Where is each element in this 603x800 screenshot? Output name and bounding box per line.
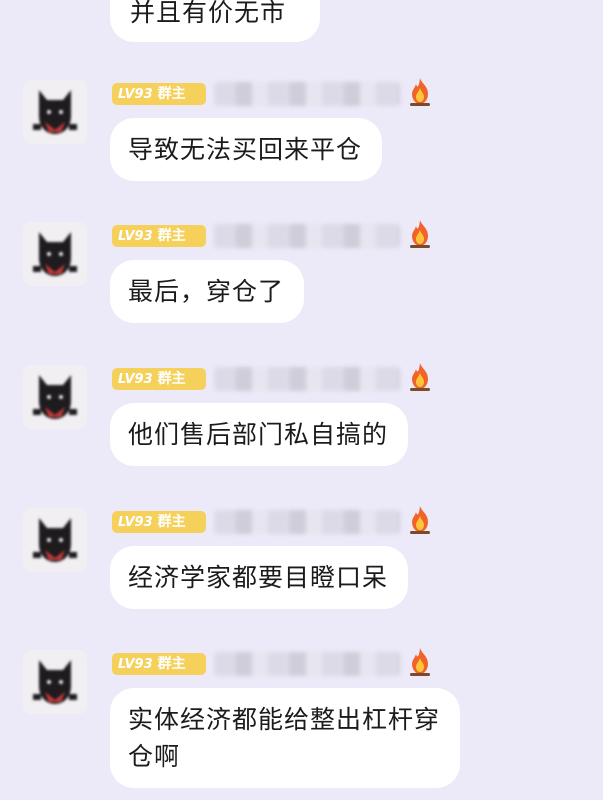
chat-message-list: 并且有价无市 LV93 群主 导致无法买回来平仓 LV93 群主 最后，穿仓了 … [0,0,603,800]
message-bubble[interactable]: 导致无法买回来平仓 [110,118,383,181]
fire-icon [410,506,430,534]
badge-level: LV93 [118,515,153,530]
message-bubble[interactable]: 最后，穿仓了 [110,260,305,323]
sender-name-blurred[interactable] [214,367,400,391]
chat-message: LV93 群主 他们售后部门私自搞的 [0,363,603,495]
group-owner-badge: LV93 群主 [112,83,206,105]
badge-role: 群主 [157,371,186,387]
avatar[interactable] [23,508,87,572]
fire-icon [410,363,430,391]
avatar[interactable] [23,80,87,144]
badge-level: LV93 [118,87,153,102]
sender-name-blurred[interactable] [214,510,400,534]
black-cat-avatar-icon [33,90,77,134]
group-owner-badge: LV93 群主 [112,511,206,533]
badge-role: 群主 [157,86,186,102]
sender-name-blurred[interactable] [214,82,400,106]
message-text: 并且有价无市 [130,0,287,27]
message-bubble[interactable]: 经济学家都要目瞪口呆 [110,546,409,609]
badge-level: LV93 [118,657,153,672]
fire-icon [410,78,430,106]
group-owner-badge: LV93 群主 [112,225,206,247]
avatar[interactable] [23,222,87,286]
message-text: 最后，穿仓了 [128,277,285,306]
badge-role: 群主 [157,228,186,244]
avatar[interactable] [23,365,87,429]
group-owner-badge: LV93 群主 [112,653,206,675]
badge-level: LV93 [118,372,153,387]
black-cat-avatar-icon [33,232,77,276]
avatar[interactable] [23,650,87,714]
message-bubble[interactable]: 实体经济都能给整出杠杆穿 仓啊 [110,688,461,788]
message-text-line-2: 仓啊 [128,742,181,771]
message-bubble[interactable]: 并且有价无市 [110,0,320,42]
badge-role: 群主 [157,656,186,672]
message-text: 导致无法买回来平仓 [128,135,363,164]
message-text: 他们售后部门私自搞的 [128,420,389,449]
black-cat-avatar-icon [33,660,77,704]
message-bubble[interactable]: 他们售后部门私自搞的 [110,403,409,466]
message-text-line-1: 实体经济都能给整出杠杆穿 [128,705,441,734]
message-text: 经济学家都要目瞪口呆 [128,563,389,592]
black-cat-avatar-icon [33,375,77,419]
badge-level: LV93 [118,229,153,244]
chat-message: LV93 群主 导致无法买回来平仓 [0,78,603,210]
black-cat-avatar-icon [33,518,77,562]
badge-role: 群主 [157,514,186,530]
chat-message: LV93 群主 实体经济都能给整出杠杆穿 仓啊 [0,648,603,788]
chat-message: LV93 群主 最后，穿仓了 [0,220,603,352]
fire-icon [410,648,430,676]
chat-message: LV93 群主 经济学家都要目瞪口呆 [0,506,603,638]
fire-icon [410,220,430,248]
group-owner-badge: LV93 群主 [112,368,206,390]
sender-name-blurred[interactable] [214,652,400,676]
sender-name-blurred[interactable] [214,224,400,248]
